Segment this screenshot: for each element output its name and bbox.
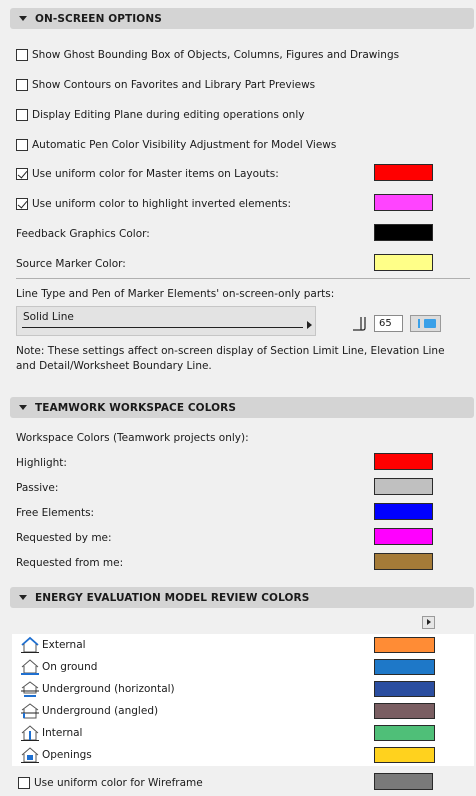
teamwork-colors-header[interactable]: TEAMWORK WORKSPACE COLORS	[10, 397, 474, 418]
linetype-title: Line Type and Pen of Marker Elements' on…	[16, 288, 335, 300]
auto-pen-color-option[interactable]: Automatic Pen Color Visibility Adjustmen…	[16, 137, 336, 153]
underground-horizontal-color-swatch[interactable]	[374, 681, 435, 697]
ghost-bounding-box-checkbox[interactable]	[16, 49, 28, 61]
inverted-elements-color-swatch[interactable]	[374, 194, 433, 211]
energy-row-internal[interactable]: Internal	[20, 724, 82, 742]
line-type-preview	[22, 327, 303, 328]
line-type-value: Solid Line	[23, 311, 74, 323]
teamwork-row-requested-by-me: Requested by me:	[16, 530, 112, 546]
wireframe-uniform-color-checkbox[interactable]	[18, 777, 30, 789]
wireframe-uniform-color-label: Use uniform color for Wireframe	[34, 777, 203, 789]
energy-row-openings[interactable]: Openings	[20, 746, 92, 764]
ghost-bounding-box-option[interactable]: Show Ghost Bounding Box of Objects, Colu…	[16, 47, 399, 63]
energy-row-on-ground[interactable]: On ground	[20, 658, 97, 676]
pen-number-field[interactable]: 65	[374, 315, 403, 332]
house-underground-angled-icon	[21, 703, 39, 719]
expand-panel-button[interactable]	[422, 616, 435, 629]
linetype-title-row: Line Type and Pen of Marker Elements' on…	[16, 286, 334, 302]
energy-label-underground-angled: Underground (angled)	[42, 705, 159, 717]
underground-angled-color-swatch[interactable]	[374, 703, 435, 719]
master-items-color-label: Use uniform color for Master items on La…	[32, 168, 279, 180]
wireframe-uniform-color-option[interactable]: Use uniform color for Wireframe	[18, 775, 203, 791]
show-contours-label: Show Contours on Favorites and Library P…	[32, 79, 316, 91]
external-color-swatch[interactable]	[374, 637, 435, 653]
energy-label-internal: Internal	[42, 727, 83, 739]
source-marker-label: Source Marker Color:	[16, 258, 126, 270]
energy-row-underground-angled[interactable]: Underground (angled)	[20, 702, 158, 720]
ghost-bounding-box-label: Show Ghost Bounding Box of Objects, Colu…	[32, 49, 400, 61]
line-type-selector[interactable]: Solid Line	[16, 306, 316, 336]
internal-color-swatch[interactable]	[374, 725, 435, 741]
house-openings-icon	[21, 747, 39, 763]
onscreen-options-title: ON-SCREEN OPTIONS	[35, 12, 162, 25]
energy-label-openings: Openings	[42, 749, 92, 761]
auto-pen-color-checkbox[interactable]	[16, 139, 28, 151]
energy-label-external: External	[42, 639, 86, 651]
teamwork-row-highlight: Highlight:	[16, 455, 67, 471]
energy-label-underground-horizontal: Underground (horizontal)	[42, 683, 175, 695]
energy-row-underground-horizontal[interactable]: Underground (horizontal)	[20, 680, 175, 698]
onscreen-options-header[interactable]: ON-SCREEN OPTIONS	[10, 8, 474, 29]
passive-color-swatch[interactable]	[374, 478, 433, 495]
requested-from-me-color-swatch[interactable]	[374, 553, 433, 570]
teamwork-label-free-elements: Free Elements:	[16, 507, 95, 519]
feedback-graphics-row: Feedback Graphics Color:	[16, 226, 150, 242]
energy-colors-header[interactable]: ENERGY EVALUATION MODEL REVIEW COLORS	[10, 587, 474, 608]
teamwork-row-requested-from-me: Requested from me:	[16, 555, 123, 571]
feedback-graphics-color-swatch[interactable]	[374, 224, 433, 241]
house-external-icon	[21, 636, 39, 653]
teamwork-label-highlight: Highlight:	[16, 457, 67, 469]
editing-plane-option[interactable]: Display Editing Plane during editing ope…	[16, 107, 304, 123]
house-internal-icon	[21, 725, 39, 741]
openings-color-swatch[interactable]	[374, 747, 435, 763]
master-items-color-checkbox[interactable]	[16, 168, 28, 180]
teamwork-colors-title: TEAMWORK WORKSPACE COLORS	[35, 401, 237, 414]
master-items-color-swatch[interactable]	[374, 164, 433, 181]
pen-color-button[interactable]	[410, 315, 441, 332]
teamwork-label-requested-from-me: Requested from me:	[16, 557, 124, 569]
auto-pen-color-label: Automatic Pen Color Visibility Adjustmen…	[32, 139, 337, 151]
show-contours-option[interactable]: Show Contours on Favorites and Library P…	[16, 77, 315, 93]
expand-arrow-icon	[307, 321, 312, 329]
pen-icon	[353, 317, 366, 331]
free-elements-color-swatch[interactable]	[374, 503, 433, 520]
workspace-colors-subtitle: Workspace Colors (Teamwork projects only…	[16, 432, 249, 444]
collapse-triangle-icon[interactable]	[19, 595, 27, 600]
energy-colors-title: ENERGY EVALUATION MODEL REVIEW COLORS	[35, 591, 310, 604]
teamwork-label-requested-by-me: Requested by me:	[16, 532, 112, 544]
energy-label-on-ground: On ground	[42, 661, 98, 673]
feedback-graphics-label: Feedback Graphics Color:	[16, 228, 150, 240]
section-divider	[16, 278, 470, 279]
onscreen-note: Note: These settings affect on-screen di…	[16, 345, 445, 372]
inverted-elements-color-option[interactable]: Use uniform color to highlight inverted …	[16, 196, 291, 212]
editing-plane-label: Display Editing Plane during editing ope…	[32, 109, 305, 121]
requested-by-me-color-swatch[interactable]	[374, 528, 433, 545]
workspace-colors-subtitle-row: Workspace Colors (Teamwork projects only…	[16, 430, 249, 446]
show-contours-checkbox[interactable]	[16, 79, 28, 91]
highlight-color-swatch[interactable]	[374, 453, 433, 470]
master-items-color-option[interactable]: Use uniform color for Master items on La…	[16, 166, 279, 182]
energy-row-external[interactable]: External	[20, 636, 86, 654]
inverted-elements-color-checkbox[interactable]	[16, 198, 28, 210]
collapse-triangle-icon[interactable]	[19, 405, 27, 410]
house-underground-horizontal-icon	[21, 681, 39, 697]
teamwork-label-passive: Passive:	[16, 482, 59, 494]
teamwork-row-free-elements: Free Elements:	[16, 505, 94, 521]
source-marker-color-swatch[interactable]	[374, 254, 433, 271]
on-ground-color-swatch[interactable]	[374, 659, 435, 675]
teamwork-row-passive: Passive:	[16, 480, 58, 496]
wireframe-color-swatch[interactable]	[374, 773, 433, 790]
house-on-ground-icon	[21, 659, 39, 675]
source-marker-row: Source Marker Color:	[16, 256, 126, 272]
collapse-triangle-icon[interactable]	[19, 16, 27, 21]
editing-plane-checkbox[interactable]	[16, 109, 28, 121]
inverted-elements-color-label: Use uniform color to highlight inverted …	[32, 198, 292, 210]
